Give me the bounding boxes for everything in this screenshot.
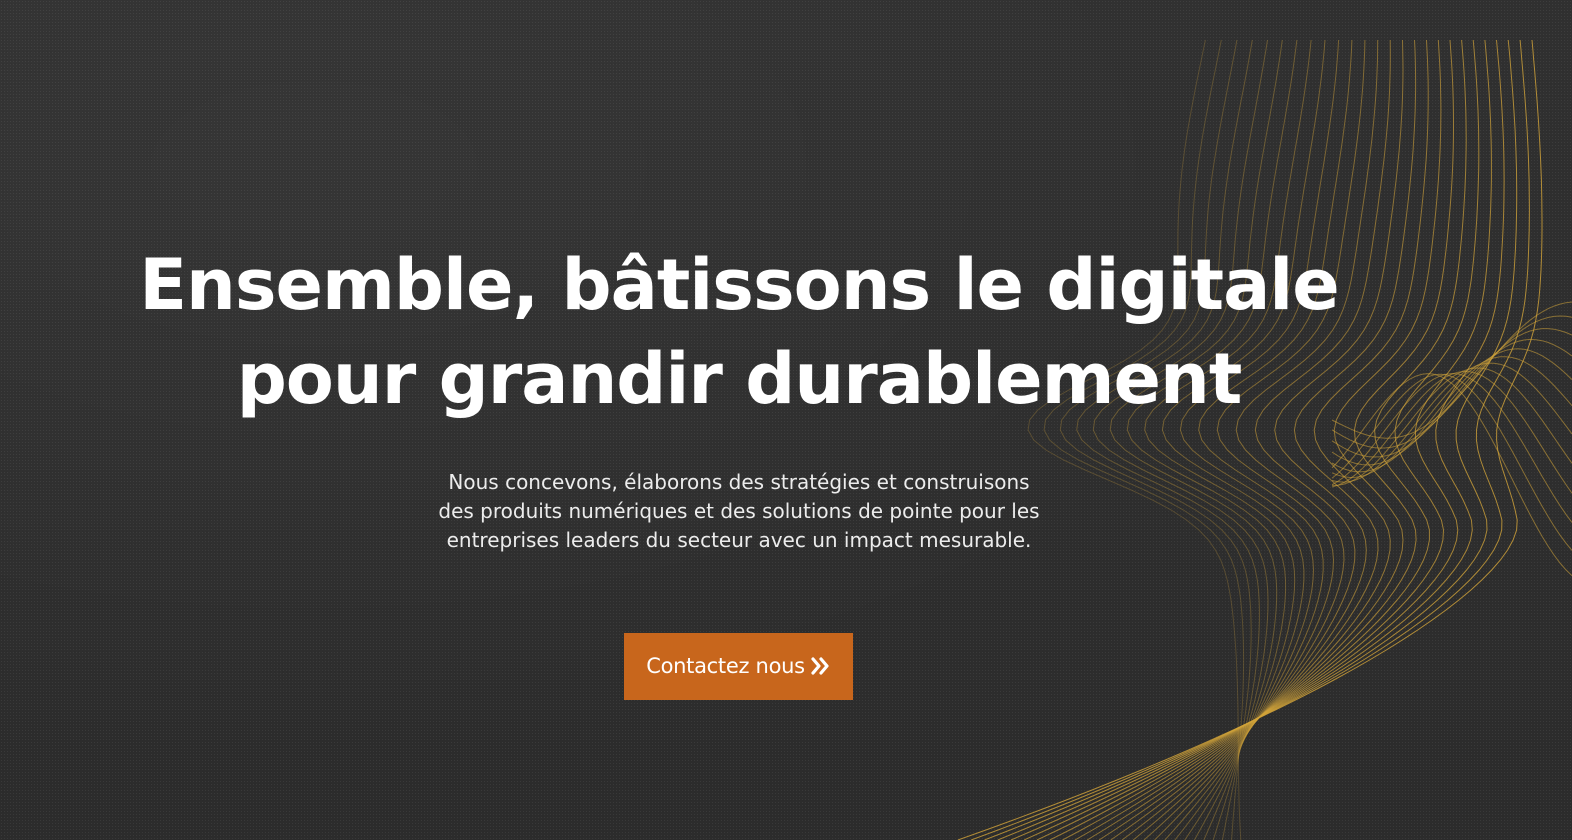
subtitle-line-1: Nous concevons, élaborons des stratégies…	[448, 470, 1030, 494]
hero-section: Ensemble, bâtissons le digitale pour gra…	[0, 0, 1572, 840]
hero-headline: Ensemble, bâtissons le digitale pour gra…	[0, 238, 1478, 426]
contact-button-label: Contactez nous	[646, 654, 805, 678]
subtitle-line-3: entreprises leaders du secteur avec un i…	[446, 528, 1032, 552]
headline-line-1: Ensemble, bâtissons le digitale	[139, 244, 1340, 326]
contact-button[interactable]: Contactez nous	[624, 633, 853, 700]
subtitle-line-2: des produits numériques et des solutions…	[438, 499, 1040, 523]
hero-content: Ensemble, bâtissons le digitale pour gra…	[0, 0, 1478, 840]
double-chevron-right-icon	[811, 635, 831, 702]
hero-subtitle: Nous concevons, élaborons des stratégies…	[0, 468, 1478, 555]
headline-line-2: pour grandir durablement	[236, 338, 1243, 420]
